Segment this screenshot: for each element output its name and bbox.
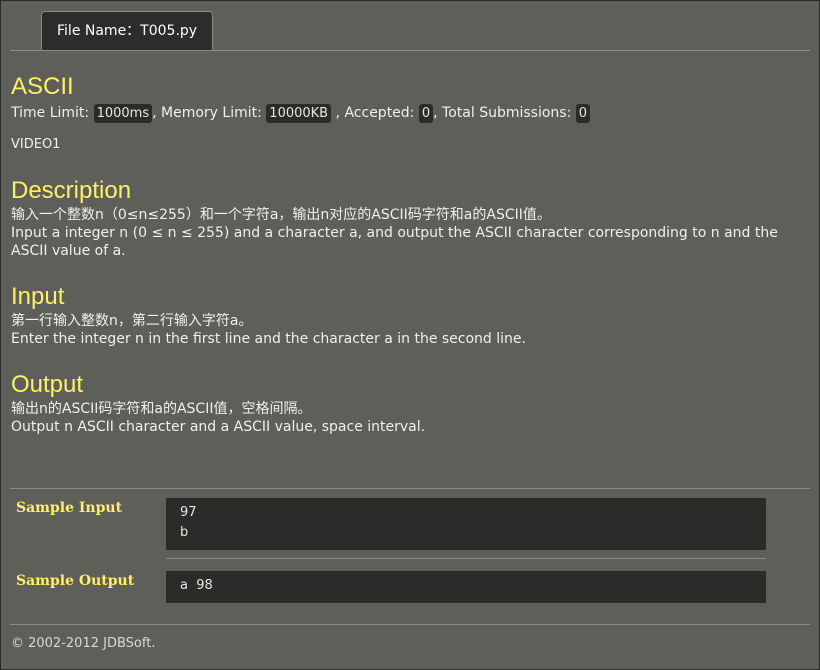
input-text-en: Enter the integer n in the first line an… — [11, 331, 526, 347]
sample-input-label: Sample Input — [16, 500, 123, 516]
tab-bar: File Name：T005.py — [10, 10, 810, 51]
sample-input-line: 97 — [180, 505, 197, 520]
time-limit-value: 1000ms — [93, 104, 153, 123]
total-submissions-label: , Total Submissions: — [433, 105, 572, 121]
problem-content: ASCII Time Limit: 1000ms, Memory Limit: … — [11, 72, 801, 436]
samples-section: Sample Input 97 b Sample Output a 98 — [10, 488, 810, 603]
input-section: Input 第一行输入整数n，第二行输入字符a。 Enter the integ… — [11, 282, 801, 348]
input-text-cn: 第一行输入整数n，第二行输入字符a。 — [11, 313, 253, 329]
total-submissions-value: 0 — [575, 104, 591, 123]
accepted-value: 0 — [418, 104, 434, 123]
sample-input-box: 97 b — [166, 498, 766, 550]
output-text-cn: 输出n的ASCII码字符和a的ASCII值，空格间隔。 — [11, 401, 312, 417]
description-text-en: Input a integer n (0 ≤ n ≤ 255) and a ch… — [11, 225, 778, 259]
sample-input-line: b — [180, 525, 189, 540]
description-section: Description 输入一个整数n（0≤n≤255）和一个字符a，输出n对应… — [11, 176, 801, 260]
output-section: Output 输出n的ASCII码字符和a的ASCII值，空格间隔。 Outpu… — [11, 370, 801, 436]
memory-limit-value: 10000KB — [266, 104, 332, 123]
sample-output-box: a 98 — [166, 571, 766, 603]
description-heading: Description — [11, 177, 132, 204]
output-text-en: Output n ASCII character and a ASCII val… — [11, 419, 426, 435]
footer-divider — [10, 624, 810, 625]
description-text-cn: 输入一个整数n（0≤n≤255）和一个字符a，输出n对应的ASCII码字符和a的… — [11, 207, 551, 223]
file-name-tab[interactable]: File Name：T005.py — [41, 11, 214, 50]
video-link[interactable]: VIDEO1 — [11, 136, 801, 154]
problem-title: ASCII — [11, 73, 74, 100]
memory-limit-label: , Memory Limit: — [152, 105, 262, 121]
problem-limits: Time Limit: 1000ms, Memory Limit: 10000K… — [11, 102, 801, 124]
copyright-footer: © 2002-2012 JDBSoft. — [11, 636, 156, 651]
accepted-label: , Accepted: — [335, 105, 415, 121]
sample-output-label: Sample Output — [16, 573, 135, 589]
time-limit-label: Time Limit: — [11, 105, 90, 121]
sample-divider — [166, 558, 766, 559]
input-heading: Input — [11, 283, 65, 310]
sample-output-line: a 98 — [180, 578, 213, 593]
output-heading: Output — [11, 371, 84, 398]
